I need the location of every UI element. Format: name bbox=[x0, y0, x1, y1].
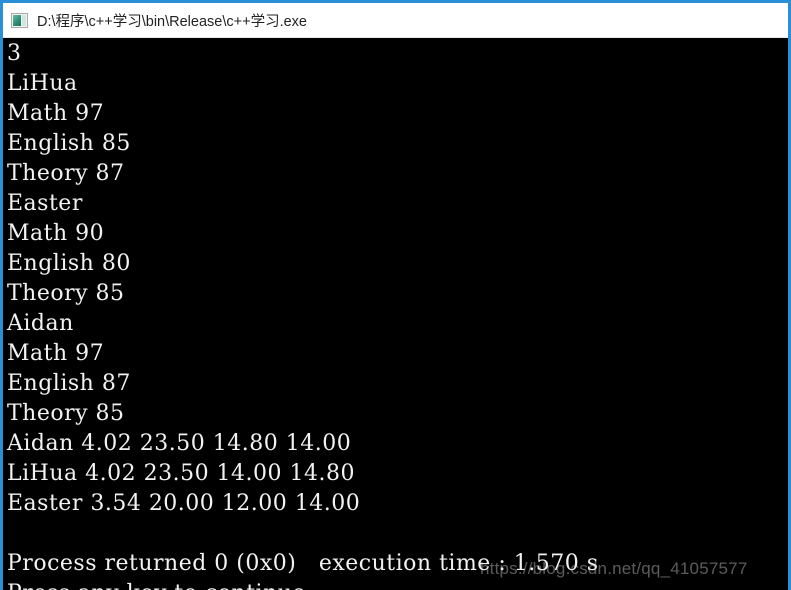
console-line: Aidan 4.02 23.50 14.80 14.00 bbox=[7, 431, 352, 456]
console-line: English 87 bbox=[7, 371, 131, 396]
title-bar[interactable]: D:\程序\c++学习\bin\Release\c++学习.exe bbox=[3, 3, 788, 38]
console-output-area[interactable]: 3 LiHua Math 97 English 85 Theory 87 Eas… bbox=[3, 38, 788, 590]
console-line: Math 90 bbox=[7, 221, 105, 246]
console-line: LiHua bbox=[7, 71, 78, 96]
console-line: Theory 85 bbox=[7, 401, 125, 426]
console-line: Aidan bbox=[7, 311, 74, 336]
console-line-prompt: Press any key to continue. bbox=[7, 579, 788, 590]
console-line: Easter 3.54 20.00 12.00 14.00 bbox=[7, 491, 361, 516]
console-line: Easter bbox=[7, 191, 83, 216]
console-line: Theory 87 bbox=[7, 161, 125, 186]
console-line: English 80 bbox=[7, 251, 131, 276]
console-line: LiHua 4.02 23.50 14.00 14.80 bbox=[7, 461, 356, 486]
window-title: D:\程序\c++学习\bin\Release\c++学习.exe bbox=[37, 13, 307, 30]
console-line: Math 97 bbox=[7, 101, 105, 126]
console-line: 3 bbox=[7, 41, 22, 66]
console-line-exit-status: Process returned 0 (0x0) execution time … bbox=[7, 551, 599, 576]
console-window: D:\程序\c++学习\bin\Release\c++学习.exe 3 LiHu… bbox=[0, 0, 791, 590]
console-app-icon bbox=[11, 12, 28, 28]
console-line: English 85 bbox=[7, 131, 131, 156]
console-line: Math 97 bbox=[7, 341, 105, 366]
console-line: Theory 85 bbox=[7, 281, 125, 306]
